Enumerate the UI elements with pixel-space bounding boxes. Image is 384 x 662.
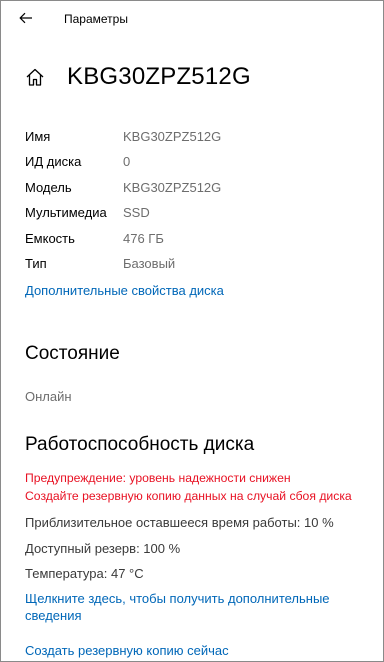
more-info-link[interactable]: Щелкните здесь, чтобы получить дополните… <box>25 590 365 624</box>
status-heading: Состояние <box>25 343 120 364</box>
property-value: 476 ГБ <box>123 230 164 246</box>
page-title: KBG30ZPZ512G <box>67 63 251 90</box>
app-title: Параметры <box>64 12 128 26</box>
property-row-capacity: Емкость 476 ГБ <box>25 227 365 252</box>
property-row-model: Модель KBG30ZPZ512G <box>25 176 365 201</box>
property-value: 0 <box>123 154 131 170</box>
advanced-disk-properties-link[interactable]: Дополнительные свойства диска <box>25 283 224 298</box>
disk-properties: Имя KBG30ZPZ512G ИД диска 0 Модель KBG30… <box>25 125 365 277</box>
backup-now-link[interactable]: Создать резервную копию сейчас <box>25 643 229 658</box>
settings-window: Параметры KBG30ZPZ512G Имя KBG30ZPZ512G … <box>0 0 384 662</box>
property-value: SSD <box>123 205 150 221</box>
property-label: Модель <box>25 179 72 195</box>
property-label: Тип <box>25 255 47 271</box>
health-heading: Работоспособность диска <box>25 434 255 455</box>
back-button[interactable] <box>12 6 40 30</box>
available-spare-stat: Доступный резерв: 100 % <box>25 541 181 556</box>
temperature-stat: Температура: 47 °C <box>25 566 144 581</box>
home-icon[interactable] <box>25 67 45 87</box>
property-label: Имя <box>25 129 51 144</box>
reliability-warning: Предупреждение: уровень надежности сниже… <box>25 471 291 485</box>
property-label: ИД диска <box>25 154 82 170</box>
property-label: Мультимедиа <box>25 205 107 221</box>
property-row-media: Мультимедиа SSD <box>25 201 365 226</box>
property-value: Базовый <box>123 255 176 271</box>
property-label: Емкость <box>25 230 75 246</box>
property-value: KBG30ZPZ512G <box>123 179 222 195</box>
back-arrow-icon <box>19 12 32 24</box>
status-value: Онлайн <box>25 389 72 404</box>
remaining-life-stat: Приблизительное оставшееся время работы:… <box>25 515 334 530</box>
property-row-name: Имя KBG30ZPZ512G <box>25 125 365 150</box>
property-value: KBG30ZPZ512G <box>123 129 222 144</box>
property-row-disk-id: ИД диска 0 <box>25 150 365 175</box>
backup-warning: Создайте резервную копию данных на случа… <box>25 489 352 503</box>
property-row-type: Тип Базовый <box>25 252 365 277</box>
page-header: KBG30ZPZ512G <box>25 59 251 95</box>
title-bar: Параметры <box>2 2 384 34</box>
